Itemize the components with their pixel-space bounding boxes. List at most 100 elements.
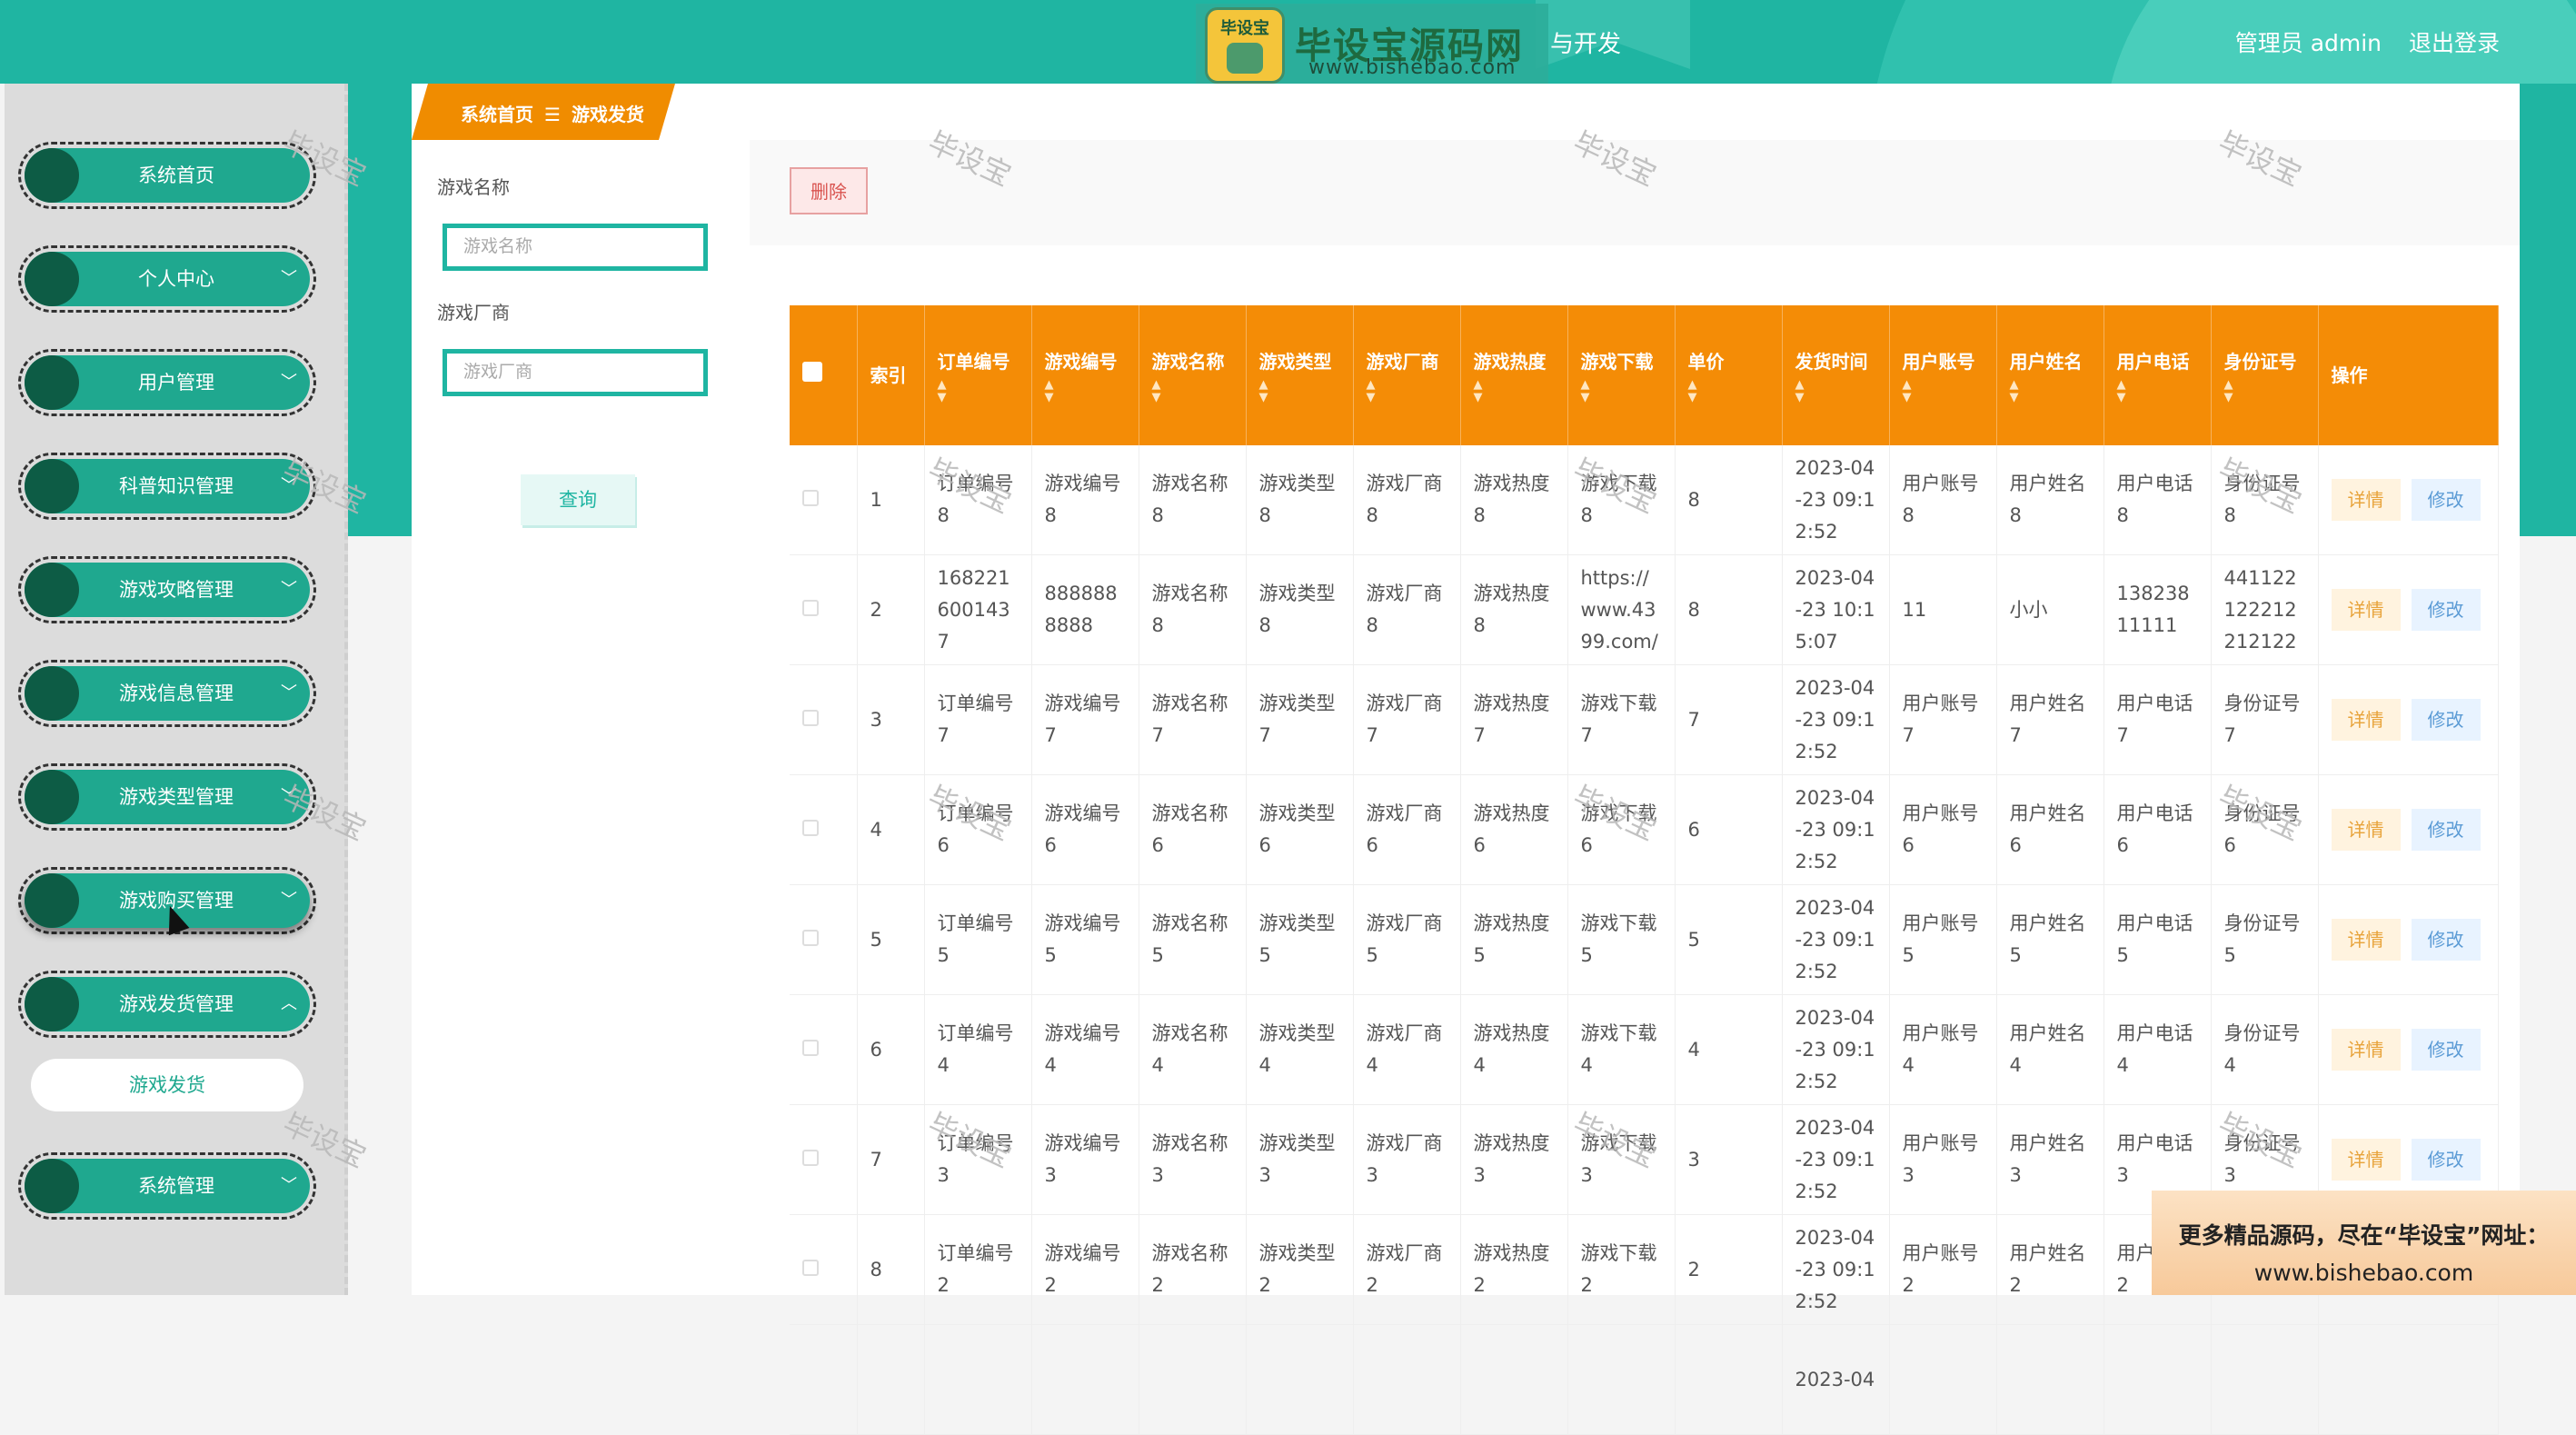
column-header[interactable]: 用户姓名 ▲ ▼ [1996, 305, 2104, 445]
sidebar-item-system[interactable]: 系统管理 ﹀ [18, 1152, 316, 1220]
sidebar-item-game-shipping[interactable]: 游戏发货管理 ︿ [18, 971, 316, 1038]
row-checkbox-cell[interactable] [790, 554, 858, 665]
select-all-checkbox[interactable] [802, 362, 822, 382]
promo-banner[interactable]: 更多精品源码，尽在“毕设宝”网址： www.bishebao.com [2152, 1191, 2576, 1295]
sort-icon[interactable]: ▲ ▼ [1795, 379, 1876, 404]
row-checkbox-cell[interactable] [790, 664, 858, 775]
detail-button[interactable]: 详情 [2331, 1139, 2401, 1181]
row-checkbox[interactable] [802, 1149, 819, 1166]
column-header[interactable]: 游戏热度 ▲ ▼ [1460, 305, 1568, 445]
sidebar-item-home[interactable]: 系统首页 [18, 142, 316, 209]
logout-link[interactable]: 退出登录 [2409, 30, 2500, 56]
table-cell: 游戏编号4 [1031, 994, 1139, 1105]
chevron-down-icon[interactable]: ﹀ [281, 663, 297, 724]
row-checkbox-cell[interactable] [790, 884, 858, 995]
sort-icon[interactable]: ▲ ▼ [1581, 379, 1662, 404]
detail-button[interactable]: 详情 [2331, 809, 2401, 851]
sidebar-item-profile[interactable]: 个人中心 ﹀ [18, 245, 316, 313]
column-header[interactable]: 游戏类型 ▲ ▼ [1246, 305, 1354, 445]
column-header[interactable]: 用户账号 ▲ ▼ [1889, 305, 1997, 445]
admin-user-label[interactable]: 管理员 admin [2235, 30, 2382, 56]
sort-icon[interactable]: ▲ ▼ [1045, 379, 1126, 404]
edit-button[interactable]: 修改 [2411, 809, 2481, 851]
column-header[interactable]: 用户电话 ▲ ▼ [2104, 305, 2212, 445]
delete-button[interactable]: 删除 [790, 167, 868, 214]
chevron-down-icon[interactable]: ﹀ [281, 352, 297, 414]
row-checkbox-cell[interactable] [790, 1104, 858, 1215]
sort-icon[interactable]: ▲ ▼ [1903, 379, 1984, 404]
column-header[interactable]: 订单编号 ▲ ▼ [924, 305, 1032, 445]
column-header[interactable]: 身份证号 ▲ ▼ [2211, 305, 2319, 445]
detail-button[interactable]: 详情 [2331, 479, 2401, 521]
breadcrumb-home[interactable]: 系统首页 [461, 104, 533, 125]
row-actions: 详情修改 [2318, 994, 2499, 1105]
chevron-down-icon[interactable]: ﹀ [281, 870, 297, 932]
edit-button[interactable]: 修改 [2411, 1139, 2481, 1181]
column-header-label: 游戏类型 [1258, 351, 1332, 373]
row-checkbox[interactable] [802, 1039, 819, 1056]
table-cell: 3 [1675, 1104, 1783, 1215]
sort-icon[interactable]: ▲ ▼ [1259, 379, 1340, 404]
table-cell: 游戏热度8 [1460, 554, 1568, 665]
promo-line-1: 更多精品源码，尽在“毕设宝”网址： [2178, 1222, 2550, 1249]
chevron-down-icon[interactable]: ﹀ [281, 559, 297, 621]
edit-button[interactable]: 修改 [2411, 589, 2481, 631]
game-vendor-input[interactable] [443, 349, 708, 396]
detail-button[interactable]: 详情 [2331, 589, 2401, 631]
row-checkbox[interactable] [802, 599, 819, 616]
edit-button[interactable]: 修改 [2411, 699, 2481, 741]
table-cell: 2023-04-23 09:12:52 [1782, 1214, 1890, 1325]
sort-icon[interactable]: ▲ ▼ [1688, 379, 1769, 404]
row-checkbox[interactable] [802, 1259, 819, 1276]
table-cell [1996, 1324, 2104, 1435]
row-checkbox[interactable] [802, 709, 819, 726]
sort-icon[interactable]: ▲ ▼ [1474, 379, 1555, 404]
menu-label: 个人中心 [138, 268, 214, 290]
column-header[interactable]: 游戏厂商 ▲ ▼ [1353, 305, 1461, 445]
table-cell: 6 [857, 994, 925, 1105]
column-header[interactable]: 游戏编号 ▲ ▼ [1031, 305, 1139, 445]
detail-button[interactable]: 详情 [2331, 699, 2401, 741]
column-header[interactable]: 游戏下载 ▲ ▼ [1567, 305, 1676, 445]
query-button[interactable]: 查询 [521, 474, 635, 525]
sidebar-item-game-info[interactable]: 游戏信息管理 ﹀ [18, 660, 316, 727]
row-checkbox-cell[interactable] [790, 994, 858, 1105]
table-cell: 身份证号7 [2211, 664, 2319, 775]
detail-button[interactable]: 详情 [2331, 1029, 2401, 1071]
sort-icon[interactable]: ▲ ▼ [1152, 379, 1233, 404]
chevron-down-icon[interactable]: ﹀ [281, 766, 297, 828]
column-header[interactable]: 游戏名称 ▲ ▼ [1139, 305, 1247, 445]
sidebar-item-users[interactable]: 用户管理 ﹀ [18, 349, 316, 416]
sort-icon[interactable]: ▲ ▼ [938, 379, 1019, 404]
row-checkbox-cell[interactable] [790, 774, 858, 885]
chevron-up-icon[interactable]: ︿ [281, 973, 297, 1035]
sort-icon[interactable]: ▲ ▼ [1367, 379, 1447, 404]
detail-button[interactable]: 详情 [2331, 919, 2401, 961]
sort-icon[interactable]: ▲ ▼ [2010, 379, 2091, 404]
row-checkbox-cell[interactable] [790, 1324, 858, 1435]
row-checkbox[interactable] [802, 489, 819, 506]
row-checkbox[interactable] [802, 929, 819, 946]
edit-button[interactable]: 修改 [2411, 479, 2481, 521]
game-name-input[interactable] [443, 224, 708, 271]
sidebar-item-game-types[interactable]: 游戏类型管理 ﹀ [18, 763, 316, 831]
submenu-item-game-shipping[interactable]: 游戏发货 [31, 1059, 303, 1111]
chevron-down-icon[interactable]: ﹀ [281, 455, 297, 517]
edit-button[interactable]: 修改 [2411, 1029, 2481, 1071]
chevron-down-icon[interactable]: ﹀ [281, 1155, 297, 1217]
menu-ball-icon [25, 666, 79, 721]
column-header[interactable]: 单价 ▲ ▼ [1675, 305, 1783, 445]
sort-icon[interactable]: ▲ ▼ [2117, 379, 2198, 404]
table-cell: 13823811111 [2104, 554, 2212, 665]
select-all-checkbox-cell[interactable] [790, 305, 858, 445]
column-header[interactable]: 发货时间 ▲ ▼ [1782, 305, 1890, 445]
table-cell: 4 [1675, 994, 1783, 1105]
row-checkbox[interactable] [802, 819, 819, 836]
row-checkbox-cell[interactable] [790, 1214, 858, 1325]
sidebar-item-guides[interactable]: 游戏攻略管理 ﹀ [18, 556, 316, 623]
sidebar-item-science[interactable]: 科普知识管理 ﹀ [18, 453, 316, 520]
row-checkbox-cell[interactable] [790, 445, 858, 555]
sort-icon[interactable]: ▲ ▼ [2224, 379, 2305, 404]
chevron-down-icon[interactable]: ﹀ [281, 248, 297, 310]
edit-button[interactable]: 修改 [2411, 919, 2481, 961]
